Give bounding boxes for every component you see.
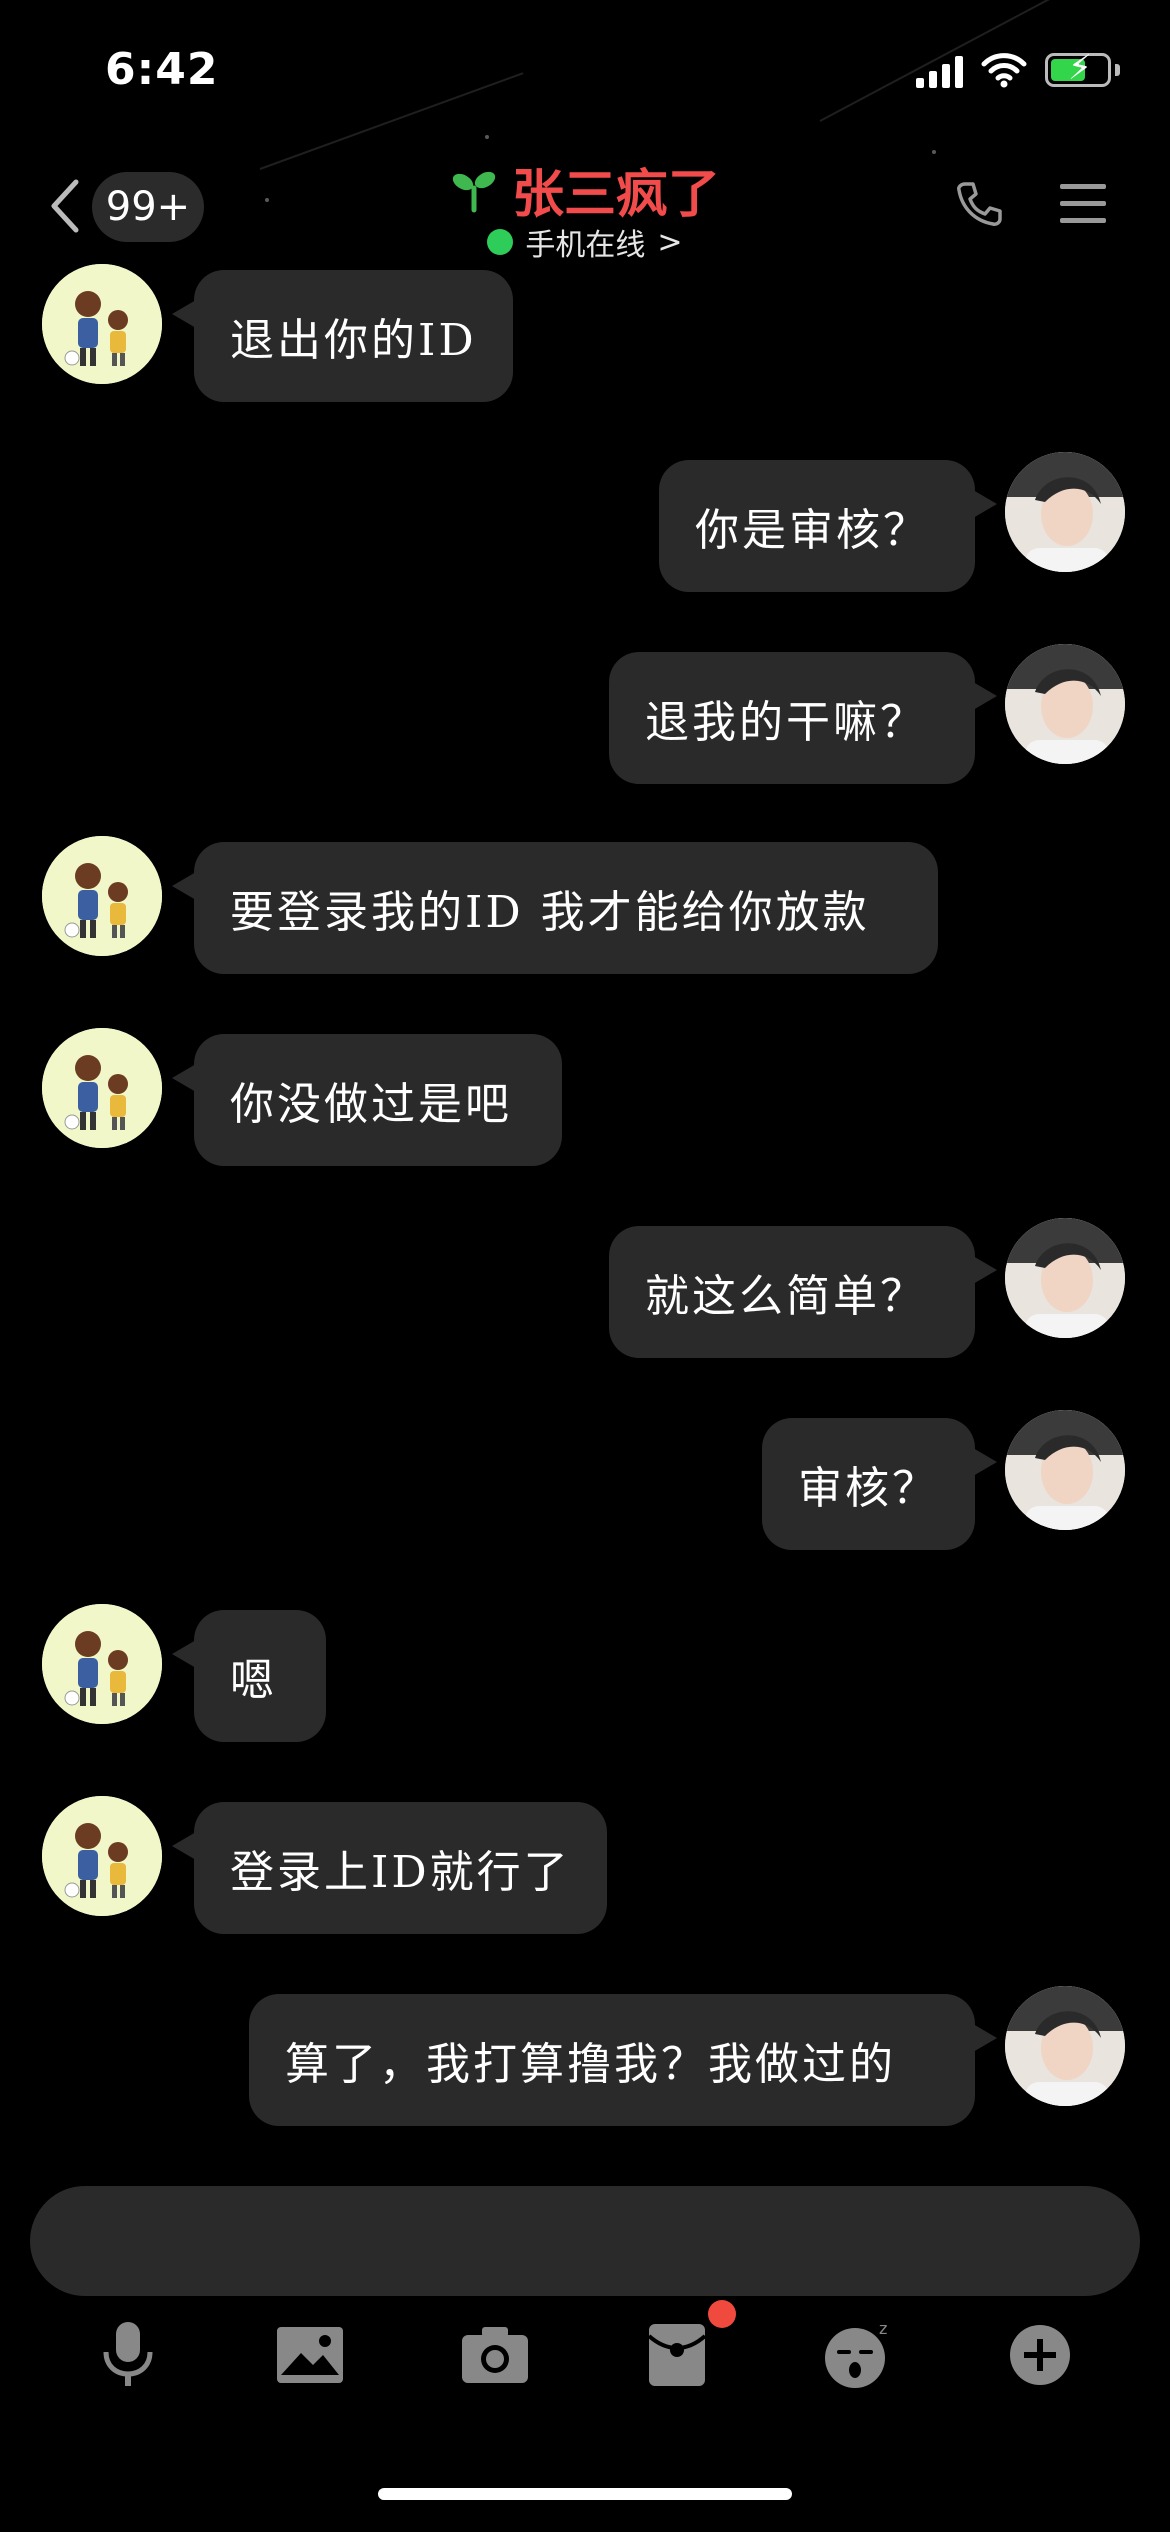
message-row-right: 退我的干嘛？	[0, 644, 1170, 784]
battery-cap	[1115, 64, 1120, 76]
chevron-right-icon: >	[657, 224, 683, 260]
message-input[interactable]	[30, 2186, 1140, 2296]
chat-toolbar: z	[0, 2315, 1170, 2405]
signal-icon	[916, 52, 963, 88]
message-row-left: 要登录我的ID 我才能给你放款	[0, 836, 1170, 974]
message-bubble[interactable]: 要登录我的ID 我才能给你放款	[172, 842, 938, 974]
message-bubble[interactable]: 审核？	[762, 1418, 997, 1550]
message-bubble[interactable]: 退出你的ID	[172, 270, 513, 402]
message-row-left: 登录上ID就行了	[0, 1796, 1170, 1934]
contact-avatar[interactable]	[42, 836, 162, 956]
online-status-text: 手机在线	[525, 228, 646, 263]
message-row-right: 算了，我打算撸我？我做过的	[0, 1986, 1170, 2126]
message-row-left: 退出你的ID	[0, 264, 1170, 402]
phone-icon[interactable]	[955, 180, 1003, 228]
notification-dot	[708, 2300, 736, 2328]
sprout-icon	[452, 171, 496, 212]
image-icon[interactable]	[270, 2315, 350, 2395]
user-avatar[interactable]	[1005, 1986, 1125, 2106]
chat-title: 张三疯了	[511, 165, 720, 225]
svg-text:z: z	[879, 2320, 887, 2338]
online-dot	[487, 229, 514, 255]
sleepy-emoji-icon[interactable]: z	[818, 2315, 898, 2395]
message-row-left: 你没做过是吧	[0, 1028, 1170, 1166]
user-avatar[interactable]	[1005, 1218, 1125, 1338]
contact-avatar[interactable]	[42, 1796, 162, 1916]
user-avatar[interactable]	[1005, 644, 1125, 764]
status-time: 6:42	[105, 44, 219, 95]
message-bubble[interactable]: 退我的干嘛？	[609, 652, 997, 784]
battery-icon: ⚡	[1045, 51, 1111, 87]
camera-icon[interactable]	[455, 2315, 535, 2395]
add-icon[interactable]	[1000, 2315, 1080, 2395]
microphone-icon[interactable]	[88, 2315, 168, 2395]
contact-avatar[interactable]	[42, 1604, 162, 1724]
background-star	[485, 135, 489, 139]
user-avatar[interactable]	[1005, 452, 1125, 572]
message-row-right: 就这么简单？	[0, 1218, 1170, 1358]
message-bubble[interactable]: 就这么简单？	[609, 1226, 997, 1358]
menu-icon[interactable]	[1060, 182, 1106, 226]
red-packet-icon[interactable]	[637, 2315, 717, 2395]
message-row-left: 嗯	[0, 1604, 1170, 1742]
wifi-icon	[981, 53, 1027, 88]
message-bubble[interactable]: 登录上ID就行了	[172, 1802, 607, 1934]
message-row-right: 审核？	[0, 1410, 1170, 1550]
contact-avatar[interactable]	[42, 264, 162, 384]
status-icons: ⚡	[916, 51, 1120, 88]
message-bubble[interactable]: 你没做过是吧	[172, 1034, 562, 1166]
message-row-right: 你是审核？	[0, 452, 1170, 592]
message-bubble[interactable]: 算了，我打算撸我？我做过的	[249, 1994, 997, 2126]
user-avatar[interactable]	[1005, 1410, 1125, 1530]
home-indicator[interactable]	[378, 2488, 792, 2500]
contact-avatar[interactable]	[42, 1028, 162, 1148]
message-bubble[interactable]: 你是审核？	[659, 460, 997, 592]
message-bubble[interactable]: 嗯	[172, 1610, 326, 1742]
